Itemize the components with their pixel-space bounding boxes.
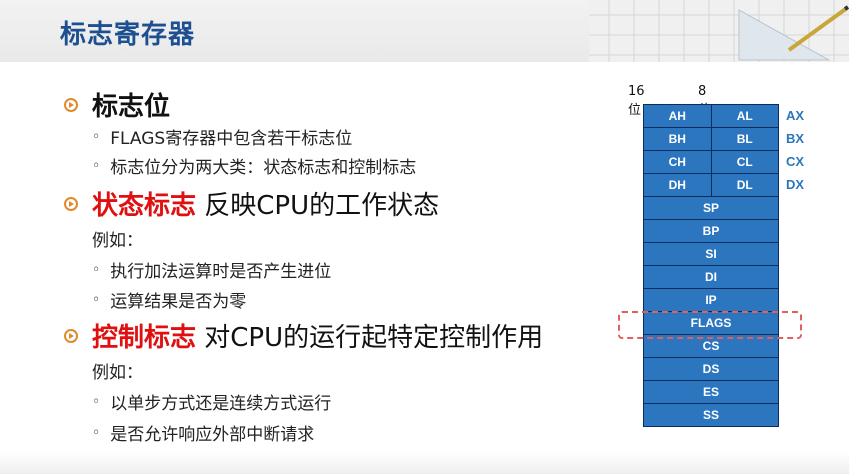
list-item: ◦ 是否允许响应外部中断请求	[92, 424, 315, 446]
register-pair-label: AX	[786, 108, 805, 123]
section-heading-rest: 反映CPU的工作状态	[196, 191, 440, 221]
register-row: CH CL	[643, 151, 779, 174]
list-item: ◦ FLAGS寄存器中包含若干标志位	[92, 128, 353, 150]
register-row: BH BL	[643, 128, 779, 151]
play-bullet-icon	[64, 328, 78, 343]
slide-header: 标志寄存器	[0, 0, 849, 62]
circle-bullet-icon: ◦	[92, 393, 101, 410]
register-row: SS	[643, 404, 779, 427]
register-pair-label: DX	[786, 177, 805, 192]
register-cell: BH	[644, 128, 712, 150]
list-item: ◦ 以单步方式还是连续方式运行	[92, 393, 332, 415]
play-bullet-icon	[64, 196, 78, 211]
example-label: 例如：	[92, 363, 143, 383]
flags-highlight-box	[618, 311, 802, 339]
register-row: BP	[643, 220, 779, 243]
register-cell: ES	[702, 385, 719, 399]
circle-bullet-icon: ◦	[92, 261, 101, 278]
register-cell: DL	[736, 178, 753, 192]
circle-bullet-icon: ◦	[92, 157, 101, 174]
section-flags: 标志位	[64, 86, 170, 123]
register-cell: CH	[644, 151, 712, 173]
section-heading-rest: 对CPU的运行起特定控制作用	[196, 323, 544, 353]
register-cell: AL	[736, 109, 753, 123]
register-row: ES	[643, 381, 779, 404]
example-label: 例如：	[92, 231, 143, 251]
register-cell: BP	[702, 224, 720, 238]
register-cell: DI	[705, 270, 717, 284]
register-cell: SS	[702, 408, 719, 422]
footer-band	[0, 452, 849, 474]
circle-bullet-icon: ◦	[92, 424, 101, 441]
section-heading-highlight: 控制标志	[92, 323, 197, 353]
register-pair-label: BX	[786, 131, 805, 146]
register-cell: AH	[644, 105, 712, 127]
register-table: AH AL BH BL CH CL DH DL SP BP SI DI IP FLAGS CS DS ES SS	[643, 104, 779, 427]
section-heading: 标志位	[92, 92, 171, 122]
list-item: ◦ 标志位分为两大类：状态标志和控制标志	[92, 157, 417, 179]
stationery-decoration	[589, 0, 849, 62]
slide-title: 标志寄存器	[60, 20, 196, 50]
register-row: SI	[643, 243, 779, 266]
list-item: ◦ 执行加法运算时是否产生进位	[92, 261, 332, 283]
list-item: ◦ 运算结果是否为零	[92, 291, 247, 313]
register-pair-label: CX	[786, 154, 805, 169]
register-cell: SI	[705, 247, 717, 261]
register-cell: CL	[736, 155, 753, 169]
register-cell: DH	[644, 174, 712, 196]
section-heading-highlight: 状态标志	[92, 191, 197, 221]
register-row: DH DL	[643, 174, 779, 197]
register-cell: DS	[702, 362, 720, 376]
play-bullet-icon	[64, 97, 78, 112]
register-cell: SP	[702, 201, 719, 215]
register-row: IP	[643, 289, 779, 312]
register-cell: BL	[736, 132, 753, 146]
register-row: SP	[643, 197, 779, 220]
section-control: 控制标志 对CPU的运行起特定控制作用	[64, 317, 543, 354]
circle-bullet-icon: ◦	[92, 291, 101, 308]
register-row: AH AL	[643, 104, 779, 128]
register-row: DI	[643, 266, 779, 289]
register-row: DS	[643, 358, 779, 381]
section-status: 状态标志 反映CPU的工作状态	[64, 185, 439, 222]
circle-bullet-icon: ◦	[92, 128, 101, 145]
register-cell: IP	[705, 293, 717, 307]
